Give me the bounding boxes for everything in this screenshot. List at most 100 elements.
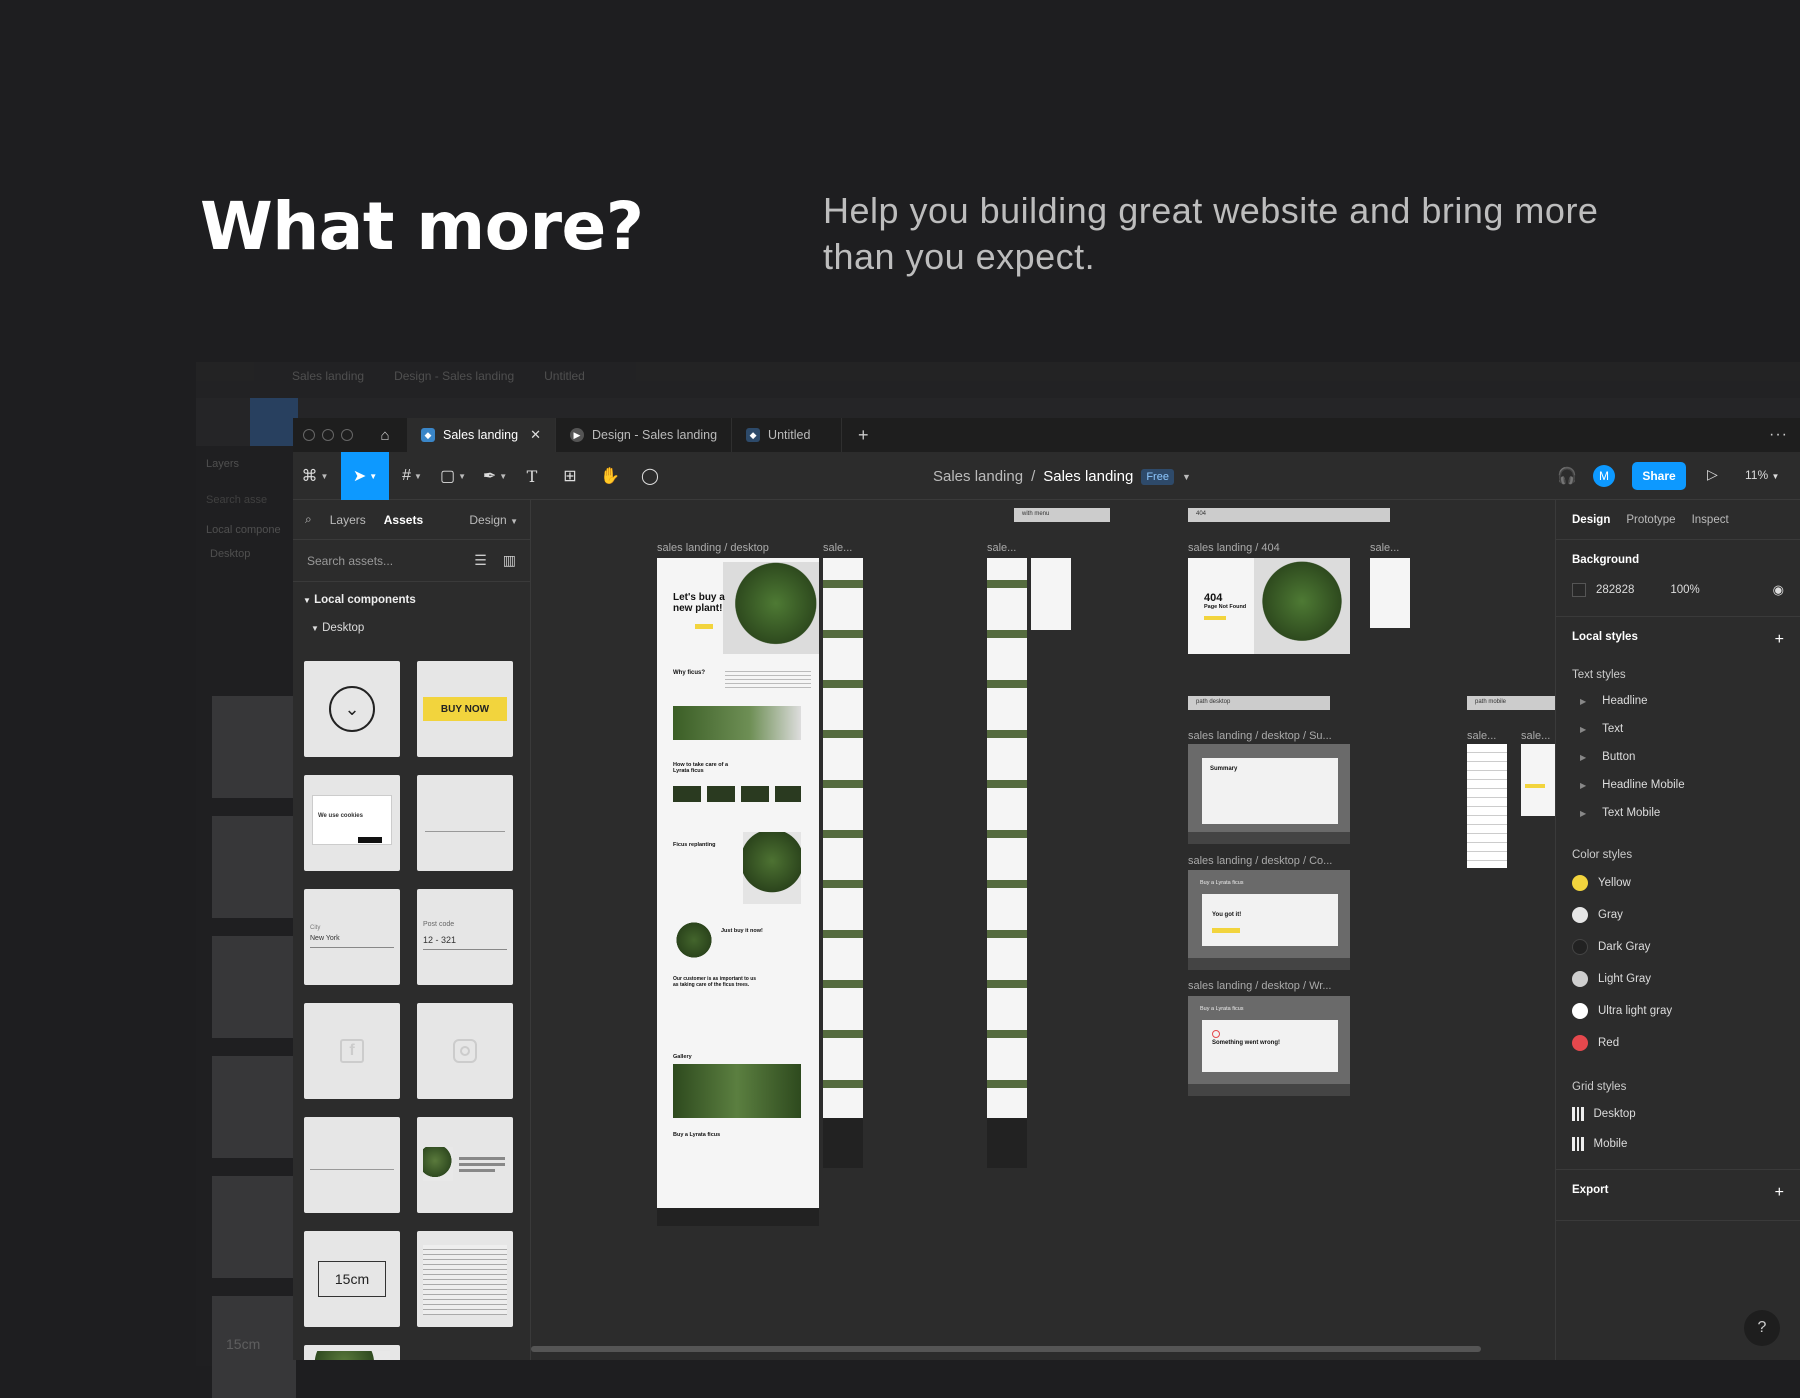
color-style-item[interactable]: Light Gray (1556, 963, 1800, 995)
grid-style-item[interactable]: Mobile (1556, 1129, 1800, 1159)
new-tab-icon[interactable]: + (842, 425, 885, 446)
frame-label[interactable]: sales landing / 404 (1188, 542, 1280, 554)
component-tile-size[interactable]: 15cm (304, 1231, 400, 1327)
frame-confirmation[interactable]: Buy a Lyrata ficus You got it! (1188, 870, 1350, 970)
frame-label[interactable]: sale... (1467, 730, 1496, 742)
section-404[interactable]: 404 (1188, 508, 1390, 522)
local-components-section[interactable]: ▼ Local components (293, 582, 530, 612)
frame-label[interactable]: sales landing / desktop / Wr... (1188, 980, 1331, 992)
tab-untitled[interactable]: ◆ Untitled (732, 418, 843, 452)
frame-tool-button[interactable]: # ▼ (393, 452, 431, 500)
component-tile-image[interactable] (304, 1345, 400, 1360)
chevron-down-icon[interactable]: ▼ (1182, 472, 1191, 482)
frame-label[interactable]: sale... (987, 542, 1016, 554)
color-style-item[interactable]: Dark Gray (1556, 931, 1800, 963)
frame-label[interactable]: sales landing / desktop / Co... (1188, 855, 1332, 867)
frame-label[interactable]: sales landing / desktop / Su... (1188, 730, 1332, 742)
share-button[interactable]: Share (1632, 462, 1686, 490)
grid-style-item[interactable]: Desktop (1556, 1099, 1800, 1129)
tab-layers[interactable]: Layers (330, 513, 366, 527)
library-book-icon[interactable]: ▥ (503, 552, 516, 569)
text-style-item[interactable]: ▶ Headline Mobile (1556, 771, 1800, 799)
tab-sales-landing[interactable]: ◆ Sales landing ✕ (407, 418, 556, 452)
color-style-item[interactable]: Ultra light gray (1556, 995, 1800, 1027)
add-style-icon[interactable]: + (1775, 631, 1784, 649)
resources-button[interactable]: ⊞ (555, 452, 585, 500)
frame-label[interactable]: sale... (823, 542, 852, 554)
tab-prototype[interactable]: Prototype (1626, 514, 1675, 526)
hand-tool-button[interactable]: ✋ (593, 452, 627, 500)
color-style-item[interactable]: Red (1556, 1027, 1800, 1059)
main-menu-button[interactable]: ⌘ ▼ (297, 452, 333, 500)
minimize-window-button[interactable] (322, 429, 334, 441)
component-tile-cookies[interactable]: We use cookies (304, 775, 400, 871)
frame-404-mobile[interactable] (1370, 558, 1410, 628)
component-tile-instagram[interactable] (417, 1003, 513, 1099)
frame-404-desktop[interactable]: 404 Page Not Found (1188, 558, 1350, 654)
frame-label[interactable]: sale... (1521, 730, 1550, 742)
asset-search-input[interactable]: Search assets... (307, 554, 393, 568)
more-options-icon[interactable]: ··· (1769, 426, 1788, 444)
text-style-item[interactable]: ▶ Text (1556, 715, 1800, 743)
frame-menu-overlay[interactable] (1031, 558, 1071, 630)
color-style-item[interactable]: Yellow (1556, 867, 1800, 899)
desktop-subsection[interactable]: ▼ Desktop (293, 612, 530, 640)
frame-mobile[interactable] (823, 558, 863, 1168)
tab-design[interactable]: Design (1572, 514, 1610, 526)
page-select[interactable]: Design ▼ (469, 513, 518, 527)
frame-summary[interactable]: Summary (1188, 744, 1350, 844)
component-tile-postcode[interactable]: Post code 12 - 321 (417, 889, 513, 985)
frame-label[interactable]: sales landing / desktop (657, 542, 769, 554)
section-path-mobile[interactable]: path mobile (1467, 696, 1561, 710)
avatar[interactable]: M (1593, 465, 1615, 487)
component-tile-textarea[interactable] (304, 1117, 400, 1213)
breadcrumb-project[interactable]: Sales landing (933, 468, 1023, 485)
component-tile-input[interactable] (417, 775, 513, 871)
pen-tool-button[interactable]: ✒ ▼ (475, 452, 515, 500)
headphones-icon[interactable]: 🎧 (1557, 466, 1577, 486)
frame-desktop[interactable]: Let's buy a new plant! Why ficus? How to… (657, 558, 819, 1226)
section-with-menu[interactable]: with menu (1014, 508, 1110, 522)
tab-assets[interactable]: Assets (384, 513, 423, 527)
component-tile-buy-now[interactable]: BUY NOW (417, 661, 513, 757)
list-view-icon[interactable]: ☰ (474, 552, 487, 569)
canvas[interactable]: with menu 404 path desktop path mobile s… (531, 500, 1561, 1360)
help-button[interactable]: ? (1744, 1310, 1780, 1346)
close-window-button[interactable] (303, 429, 315, 441)
text-tool-button[interactable]: T (517, 452, 547, 500)
color-style-item[interactable]: Gray (1556, 899, 1800, 931)
close-tab-icon[interactable]: ✕ (530, 427, 541, 443)
home-icon[interactable]: ⌂ (363, 418, 407, 452)
frame-label[interactable]: sale... (1370, 542, 1399, 554)
zoom-dropdown[interactable]: 11% ▼ (1745, 468, 1779, 482)
frame-mobile-summary[interactable] (1467, 744, 1507, 868)
asset-search[interactable]: Search assets... ☰ ▥ (293, 540, 530, 582)
comment-tool-button[interactable]: ◯ (633, 452, 667, 500)
shape-tool-button[interactable]: ▢ ▼ (433, 452, 473, 500)
background-hex[interactable]: 282828 (1596, 584, 1634, 596)
present-play-icon[interactable]: ▷ (1707, 466, 1718, 483)
horizontal-scrollbar[interactable] (531, 1346, 1481, 1352)
background-swatch[interactable] (1572, 583, 1586, 597)
add-export-icon[interactable]: + (1775, 1184, 1784, 1202)
maximize-window-button[interactable] (341, 429, 353, 441)
breadcrumb-file[interactable]: Sales landing (1043, 468, 1133, 485)
tab-design-sales-landing[interactable]: ▶ Design - Sales landing (556, 418, 733, 452)
text-style-item[interactable]: ▶ Button (1556, 743, 1800, 771)
frame-mobile-menu[interactable] (987, 558, 1027, 1168)
move-tool-button[interactable]: ➤ ▼ (341, 452, 389, 500)
background-fill-row[interactable]: 282828 100% ◉ (1556, 574, 1800, 606)
frame-error[interactable]: Buy a Lyrata ficus Something went wrong! (1188, 996, 1350, 1096)
component-tile-facebook[interactable]: f (304, 1003, 400, 1099)
component-tile-testimonial[interactable] (417, 1117, 513, 1213)
frame-mobile-got-it[interactable] (1521, 744, 1555, 816)
text-style-item[interactable]: ▶ Headline (1556, 687, 1800, 715)
section-path-desktop[interactable]: path desktop (1188, 696, 1330, 710)
component-tile-paragraph[interactable] (417, 1231, 513, 1327)
text-style-item[interactable]: ▶ Text Mobile (1556, 799, 1800, 827)
background-opacity[interactable]: 100% (1670, 584, 1699, 596)
tab-inspect[interactable]: Inspect (1692, 514, 1729, 526)
eye-icon[interactable]: ◉ (1773, 582, 1784, 598)
component-tile-arrow[interactable]: ⌄ (304, 661, 400, 757)
component-tile-city[interactable]: City New York (304, 889, 400, 985)
